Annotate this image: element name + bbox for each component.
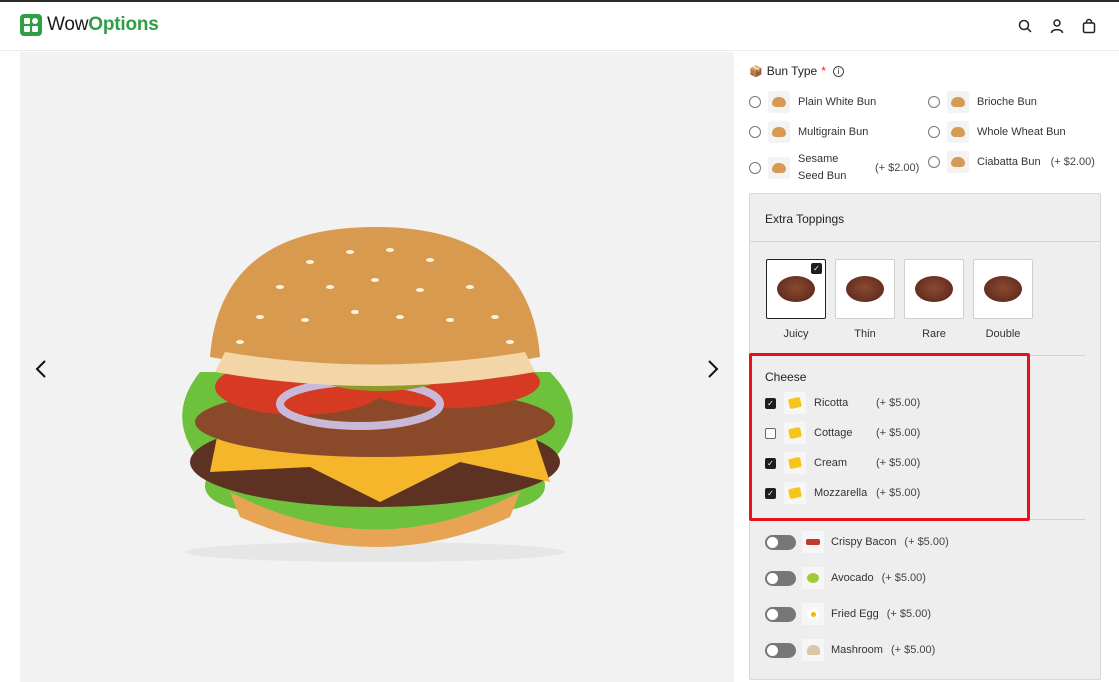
radio[interactable] (749, 126, 761, 138)
bun-option-ciabatta[interactable]: Ciabatta Bun (+ $2.00) (928, 151, 1095, 173)
divider (750, 241, 1100, 242)
extra-option-crispy-bacon[interactable]: Crispy Bacon (+ $5.00) (765, 531, 949, 553)
cheese-icon (784, 452, 806, 474)
bun-thumb (947, 91, 969, 113)
mushroom-icon (802, 639, 824, 661)
patty-label: Thin (854, 328, 876, 340)
search-icon[interactable] (1017, 18, 1033, 34)
bun-thumb (768, 157, 790, 179)
logo[interactable]: WowOptions (20, 14, 159, 36)
extra-option-fried-egg[interactable]: Fried Egg (+ $5.00) (765, 603, 931, 625)
bacon-icon (802, 531, 824, 553)
patty-image (846, 276, 884, 302)
patty-label: Double (985, 328, 1021, 340)
toggle-switch[interactable] (765, 606, 796, 622)
burger-image (182, 227, 573, 562)
patty-option-rare[interactable] (904, 259, 964, 319)
info-icon[interactable]: i (832, 65, 844, 77)
radio[interactable] (749, 162, 761, 174)
cheese-option-mozzarella[interactable]: ✓ Mozzarella (+ $5.00) (765, 482, 920, 504)
product-gallery (20, 52, 734, 682)
cheese-icon (784, 392, 806, 414)
toggle-switch[interactable] (765, 642, 796, 658)
check-icon: ✓ (811, 263, 822, 274)
toggle-switch[interactable] (765, 534, 796, 550)
bun-thumb (947, 151, 969, 173)
cheese-option-ricotta[interactable]: ✓ Ricotta (+ $5.00) (765, 392, 920, 414)
patty-option-double[interactable] (973, 259, 1033, 319)
patty-option-juicy[interactable]: ✓ (766, 259, 826, 319)
bun-option-plain-white[interactable]: Plain White Bun (749, 91, 876, 113)
extra-toppings-title: Extra Toppings (765, 212, 845, 226)
cheese-icon (784, 482, 806, 504)
bun-option-whole-wheat[interactable]: Whole Wheat Bun (928, 121, 1066, 143)
avocado-icon (802, 567, 824, 589)
header-icons (1017, 18, 1097, 34)
logo-icon (20, 14, 42, 36)
patty-label: Rare (922, 328, 946, 340)
patty-image (915, 276, 953, 302)
radio[interactable] (928, 126, 940, 138)
bun-type-title: 📦 Bun Type * i (749, 64, 844, 78)
cart-icon[interactable] (1081, 18, 1097, 34)
bun-thumb (947, 121, 969, 143)
divider (765, 355, 1085, 356)
chevron-right-icon[interactable] (702, 357, 722, 381)
patty-image (777, 276, 815, 302)
site-header: WowOptions (0, 2, 1119, 51)
checkbox[interactable]: ✓ (765, 397, 776, 409)
patty-label: Juicy (783, 328, 809, 340)
user-icon[interactable] (1049, 18, 1065, 34)
toggle-switch[interactable] (765, 570, 796, 586)
radio[interactable] (749, 96, 761, 108)
checkbox[interactable]: ✓ (765, 487, 776, 499)
egg-icon (802, 603, 824, 625)
extra-toppings-panel: Extra Toppings ✓ Juicy Thin Rare Double … (749, 193, 1101, 680)
cheese-option-cottage[interactable]: Cottage (+ $5.00) (765, 422, 920, 444)
checkbox[interactable]: ✓ (765, 457, 776, 469)
bun-thumb (768, 91, 790, 113)
bun-option-brioche[interactable]: Brioche Bun (928, 91, 1037, 113)
bun-option-sesame-seed[interactable]: Sesame Seed Bun (+ $2.00) (749, 151, 919, 185)
box-icon: 📦 (749, 65, 763, 78)
extra-option-avocado[interactable]: Avocado (+ $5.00) (765, 567, 926, 589)
cheese-icon (784, 422, 806, 444)
chevron-left-icon[interactable] (32, 357, 52, 381)
patty-image (984, 276, 1022, 302)
patty-option-thin[interactable] (835, 259, 895, 319)
bun-option-multigrain[interactable]: Multigrain Bun (749, 121, 868, 143)
bun-thumb (768, 121, 790, 143)
radio[interactable] (928, 156, 940, 168)
checkbox[interactable] (765, 427, 776, 439)
extra-option-mashroom[interactable]: Mashroom (+ $5.00) (765, 639, 935, 661)
cheese-title: Cheese (765, 370, 807, 384)
radio[interactable] (928, 96, 940, 108)
cheese-option-cream[interactable]: ✓ Cream (+ $5.00) (765, 452, 920, 474)
logo-text: WowOptions (47, 14, 159, 35)
divider (765, 519, 1085, 520)
